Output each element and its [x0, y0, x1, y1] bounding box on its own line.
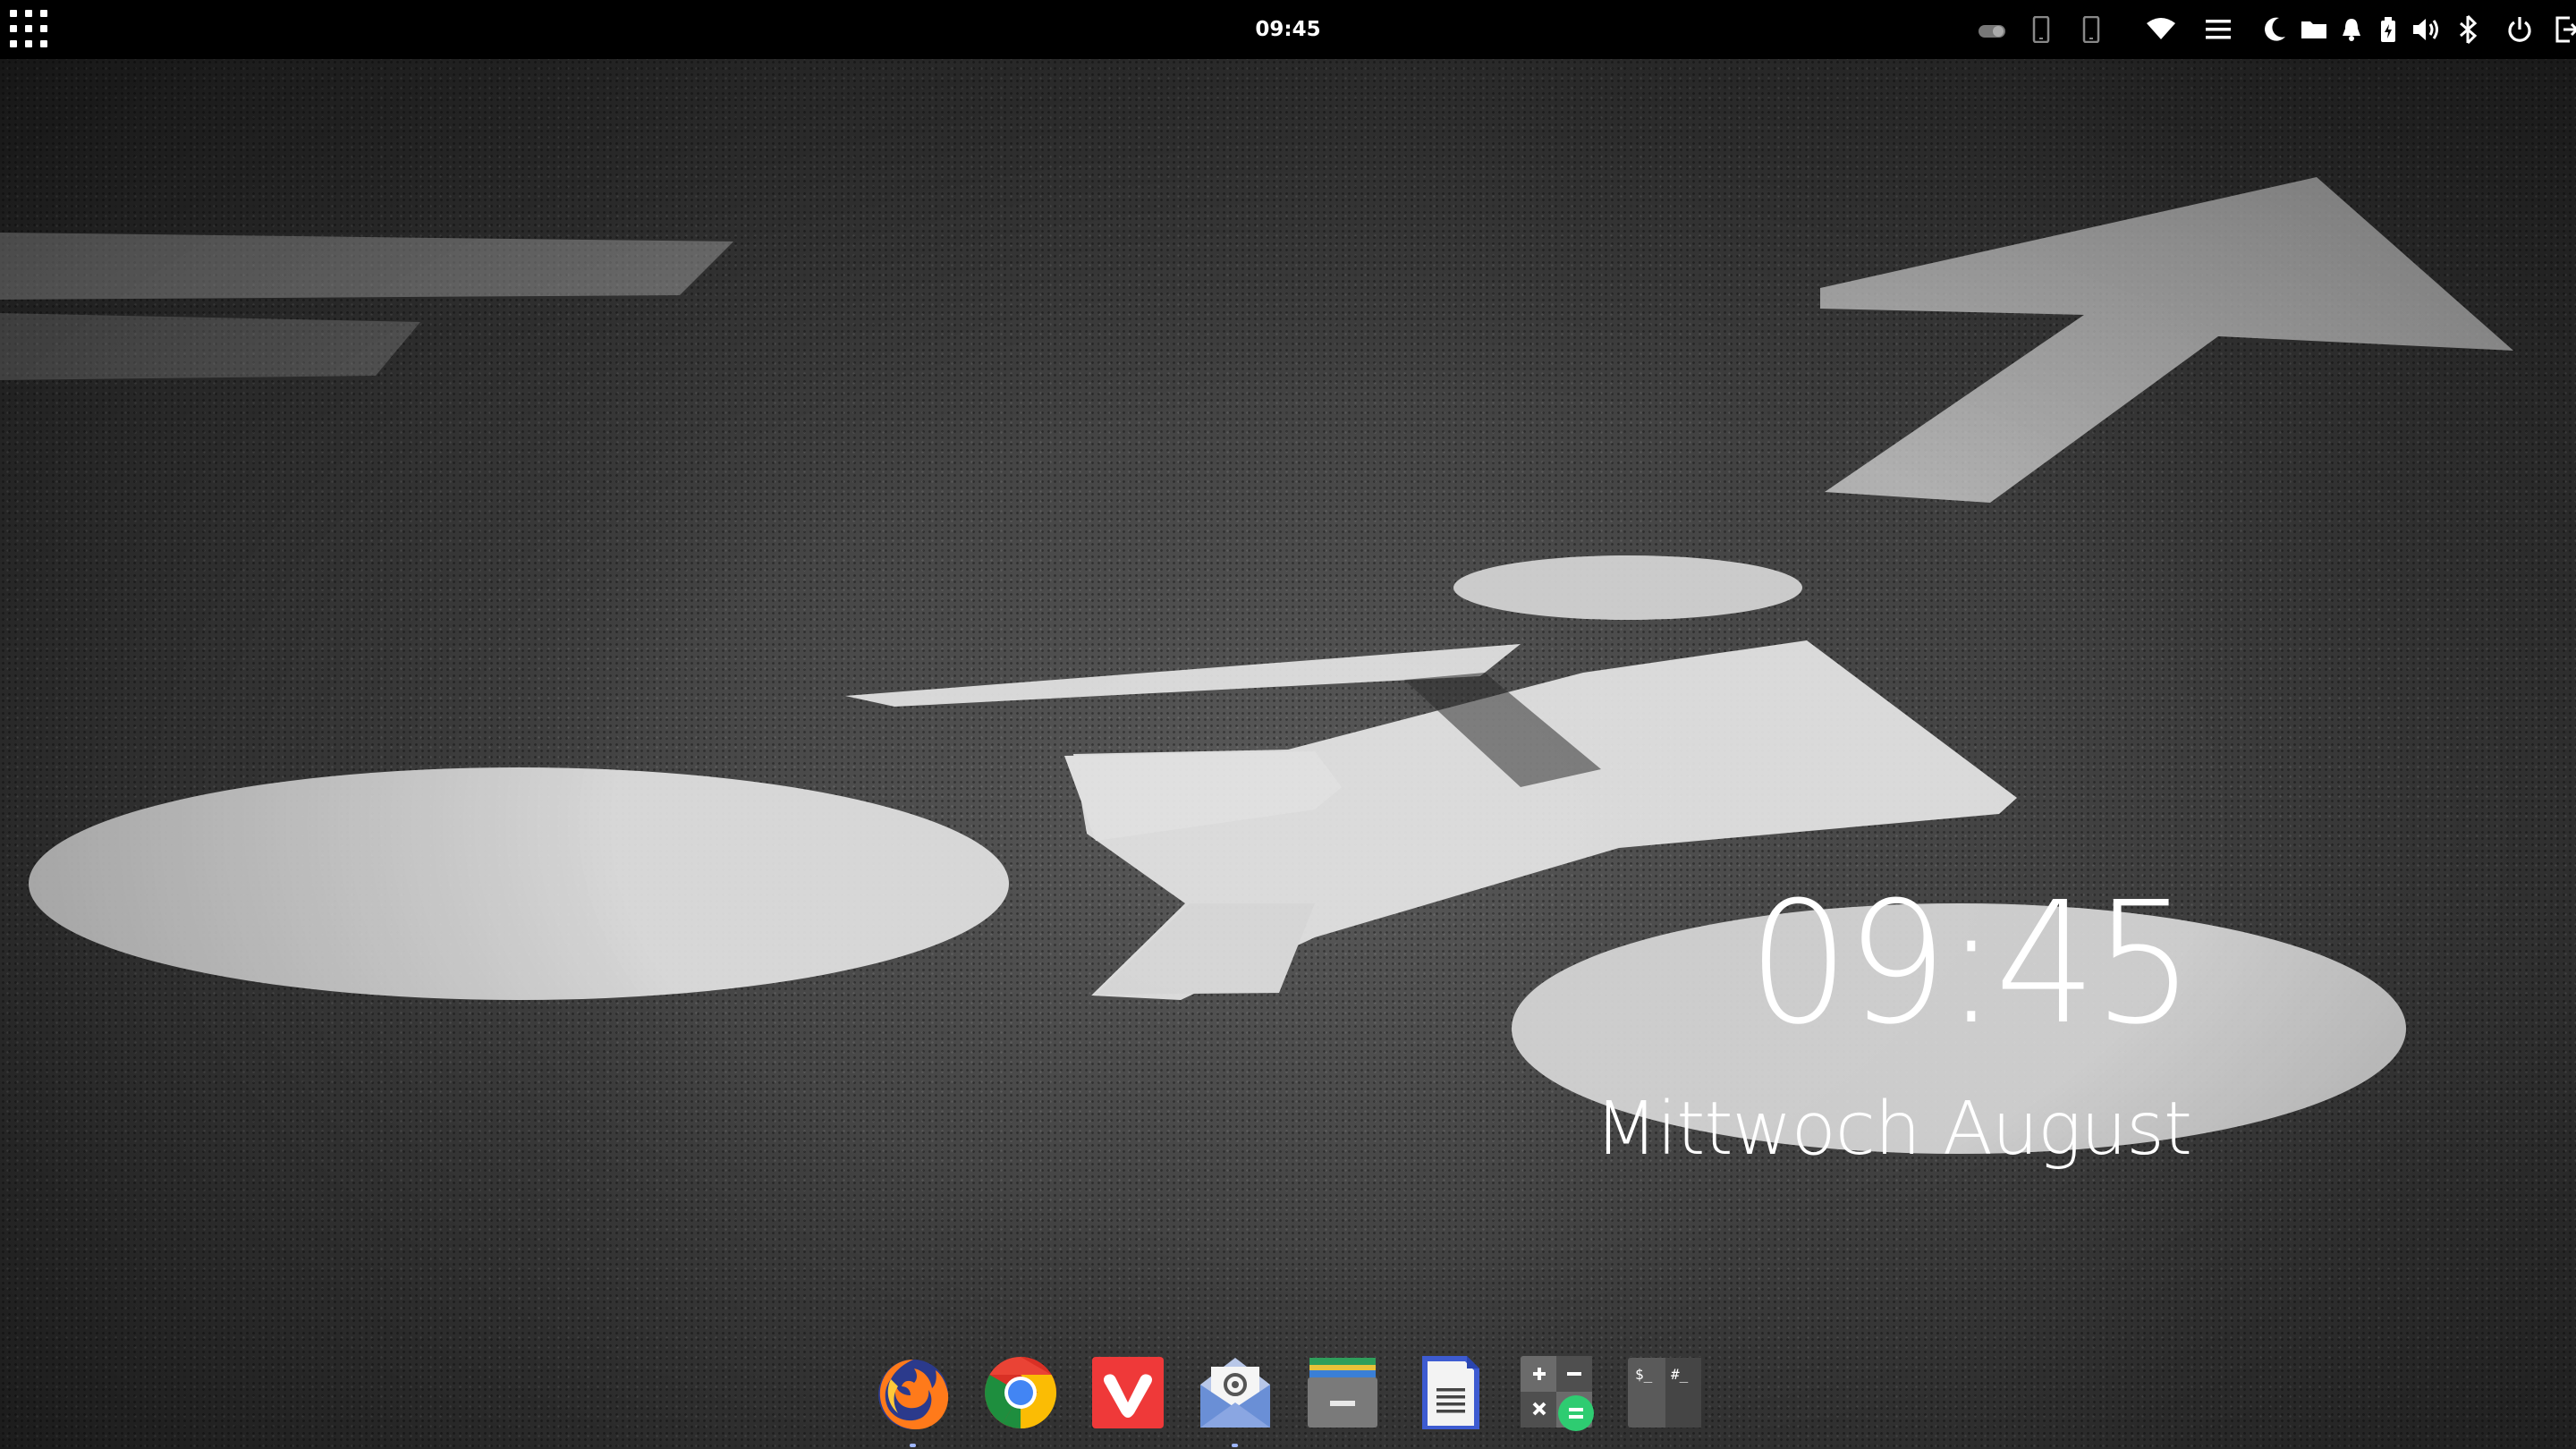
top-panel: 09:45 [0, 0, 2576, 59]
folder-icon[interactable] [2295, 0, 2333, 59]
battery-icon[interactable] [2370, 0, 2406, 59]
files-icon [1308, 1358, 1377, 1428]
night-mode-icon[interactable] [2254, 0, 2295, 59]
running-indicator [1232, 1444, 1238, 1447]
bluetooth-icon[interactable] [2447, 0, 2488, 59]
text-editor-icon [1422, 1356, 1479, 1429]
power-icon[interactable] [2488, 0, 2551, 59]
desktop-clock-time: 09:45 [1748, 866, 2195, 1062]
terminal-icon: $_ #_ [1628, 1358, 1701, 1428]
tray-right [2140, 0, 2576, 59]
vivaldi-icon [1092, 1357, 1164, 1428]
desktop-clock-date: Mittwoch August [1594, 1087, 2192, 1172]
tray-left [1968, 0, 2116, 59]
calculator-icon [1521, 1356, 1594, 1431]
firefox-icon [878, 1360, 949, 1429]
dock-app-mail[interactable] [1195, 1352, 1275, 1447]
dock-app-firefox[interactable] [873, 1352, 953, 1447]
dock-app-terminal[interactable]: $_ #_ [1624, 1352, 1705, 1433]
menu-icon[interactable] [2182, 0, 2254, 59]
dock-app-chrome[interactable] [980, 1352, 1061, 1433]
phone-icon[interactable] [2016, 0, 2066, 59]
dock-app-files[interactable] [1302, 1352, 1383, 1433]
app-grid-icon[interactable] [7, 7, 52, 52]
running-indicator [910, 1444, 916, 1447]
panel-clock-text[interactable]: 09:45 [1255, 18, 1320, 41]
toggle-icon[interactable] [1968, 0, 2016, 59]
dock-app-vivaldi[interactable] [1088, 1352, 1168, 1433]
wifi-icon[interactable] [2140, 0, 2182, 59]
svg-text:$_: $_ [1635, 1366, 1653, 1383]
desktop-wallpaper [0, 59, 2576, 1449]
svg-text:#_: #_ [1671, 1366, 1689, 1383]
dock-app-text-editor[interactable] [1410, 1352, 1490, 1433]
volume-icon[interactable] [2406, 0, 2447, 59]
phone-icon[interactable] [2066, 0, 2116, 59]
chrome-icon [985, 1357, 1056, 1428]
mail-icon [1200, 1358, 1270, 1428]
bell-icon[interactable] [2333, 0, 2370, 59]
logout-icon[interactable] [2551, 0, 2576, 59]
dock: $_ #_ [868, 1342, 1708, 1449]
dock-app-calculator[interactable] [1517, 1352, 1597, 1433]
